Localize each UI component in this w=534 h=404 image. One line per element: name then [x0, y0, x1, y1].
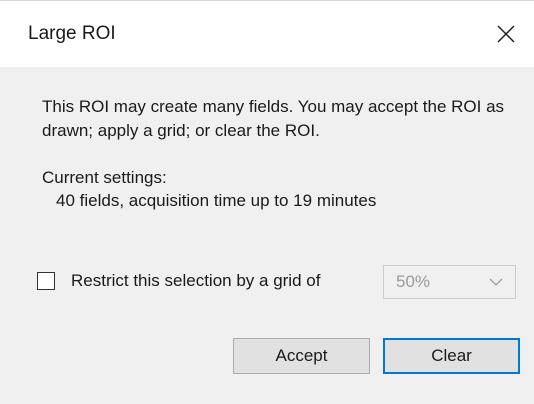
restrict-grid-label[interactable]: Restrict this selection by a grid of — [71, 270, 320, 292]
restrict-grid-row[interactable]: Restrict this selection by a grid of — [37, 270, 320, 292]
chevron-down-icon — [489, 278, 503, 286]
grid-percentage-select[interactable]: 50% — [383, 265, 516, 299]
grid-percentage-value: 50% — [396, 272, 431, 291]
close-button[interactable] — [478, 1, 534, 67]
large-roi-dialog: Large ROI This ROI may create many field… — [0, 0, 534, 404]
accept-button[interactable]: Accept — [233, 338, 370, 374]
title-bar: Large ROI — [0, 1, 534, 67]
current-settings-value: 40 fields, acquisition time up to 19 min… — [56, 191, 377, 210]
clear-button[interactable]: Clear — [383, 338, 520, 374]
close-icon — [497, 25, 515, 43]
warning-message: This ROI may create many fields. You may… — [42, 97, 505, 140]
current-settings-label: Current settings: — [42, 168, 167, 187]
restrict-grid-checkbox[interactable] — [37, 272, 55, 290]
dialog-title: Large ROI — [28, 23, 116, 44]
dialog-body: This ROI may create many fields. You may… — [0, 67, 534, 404]
